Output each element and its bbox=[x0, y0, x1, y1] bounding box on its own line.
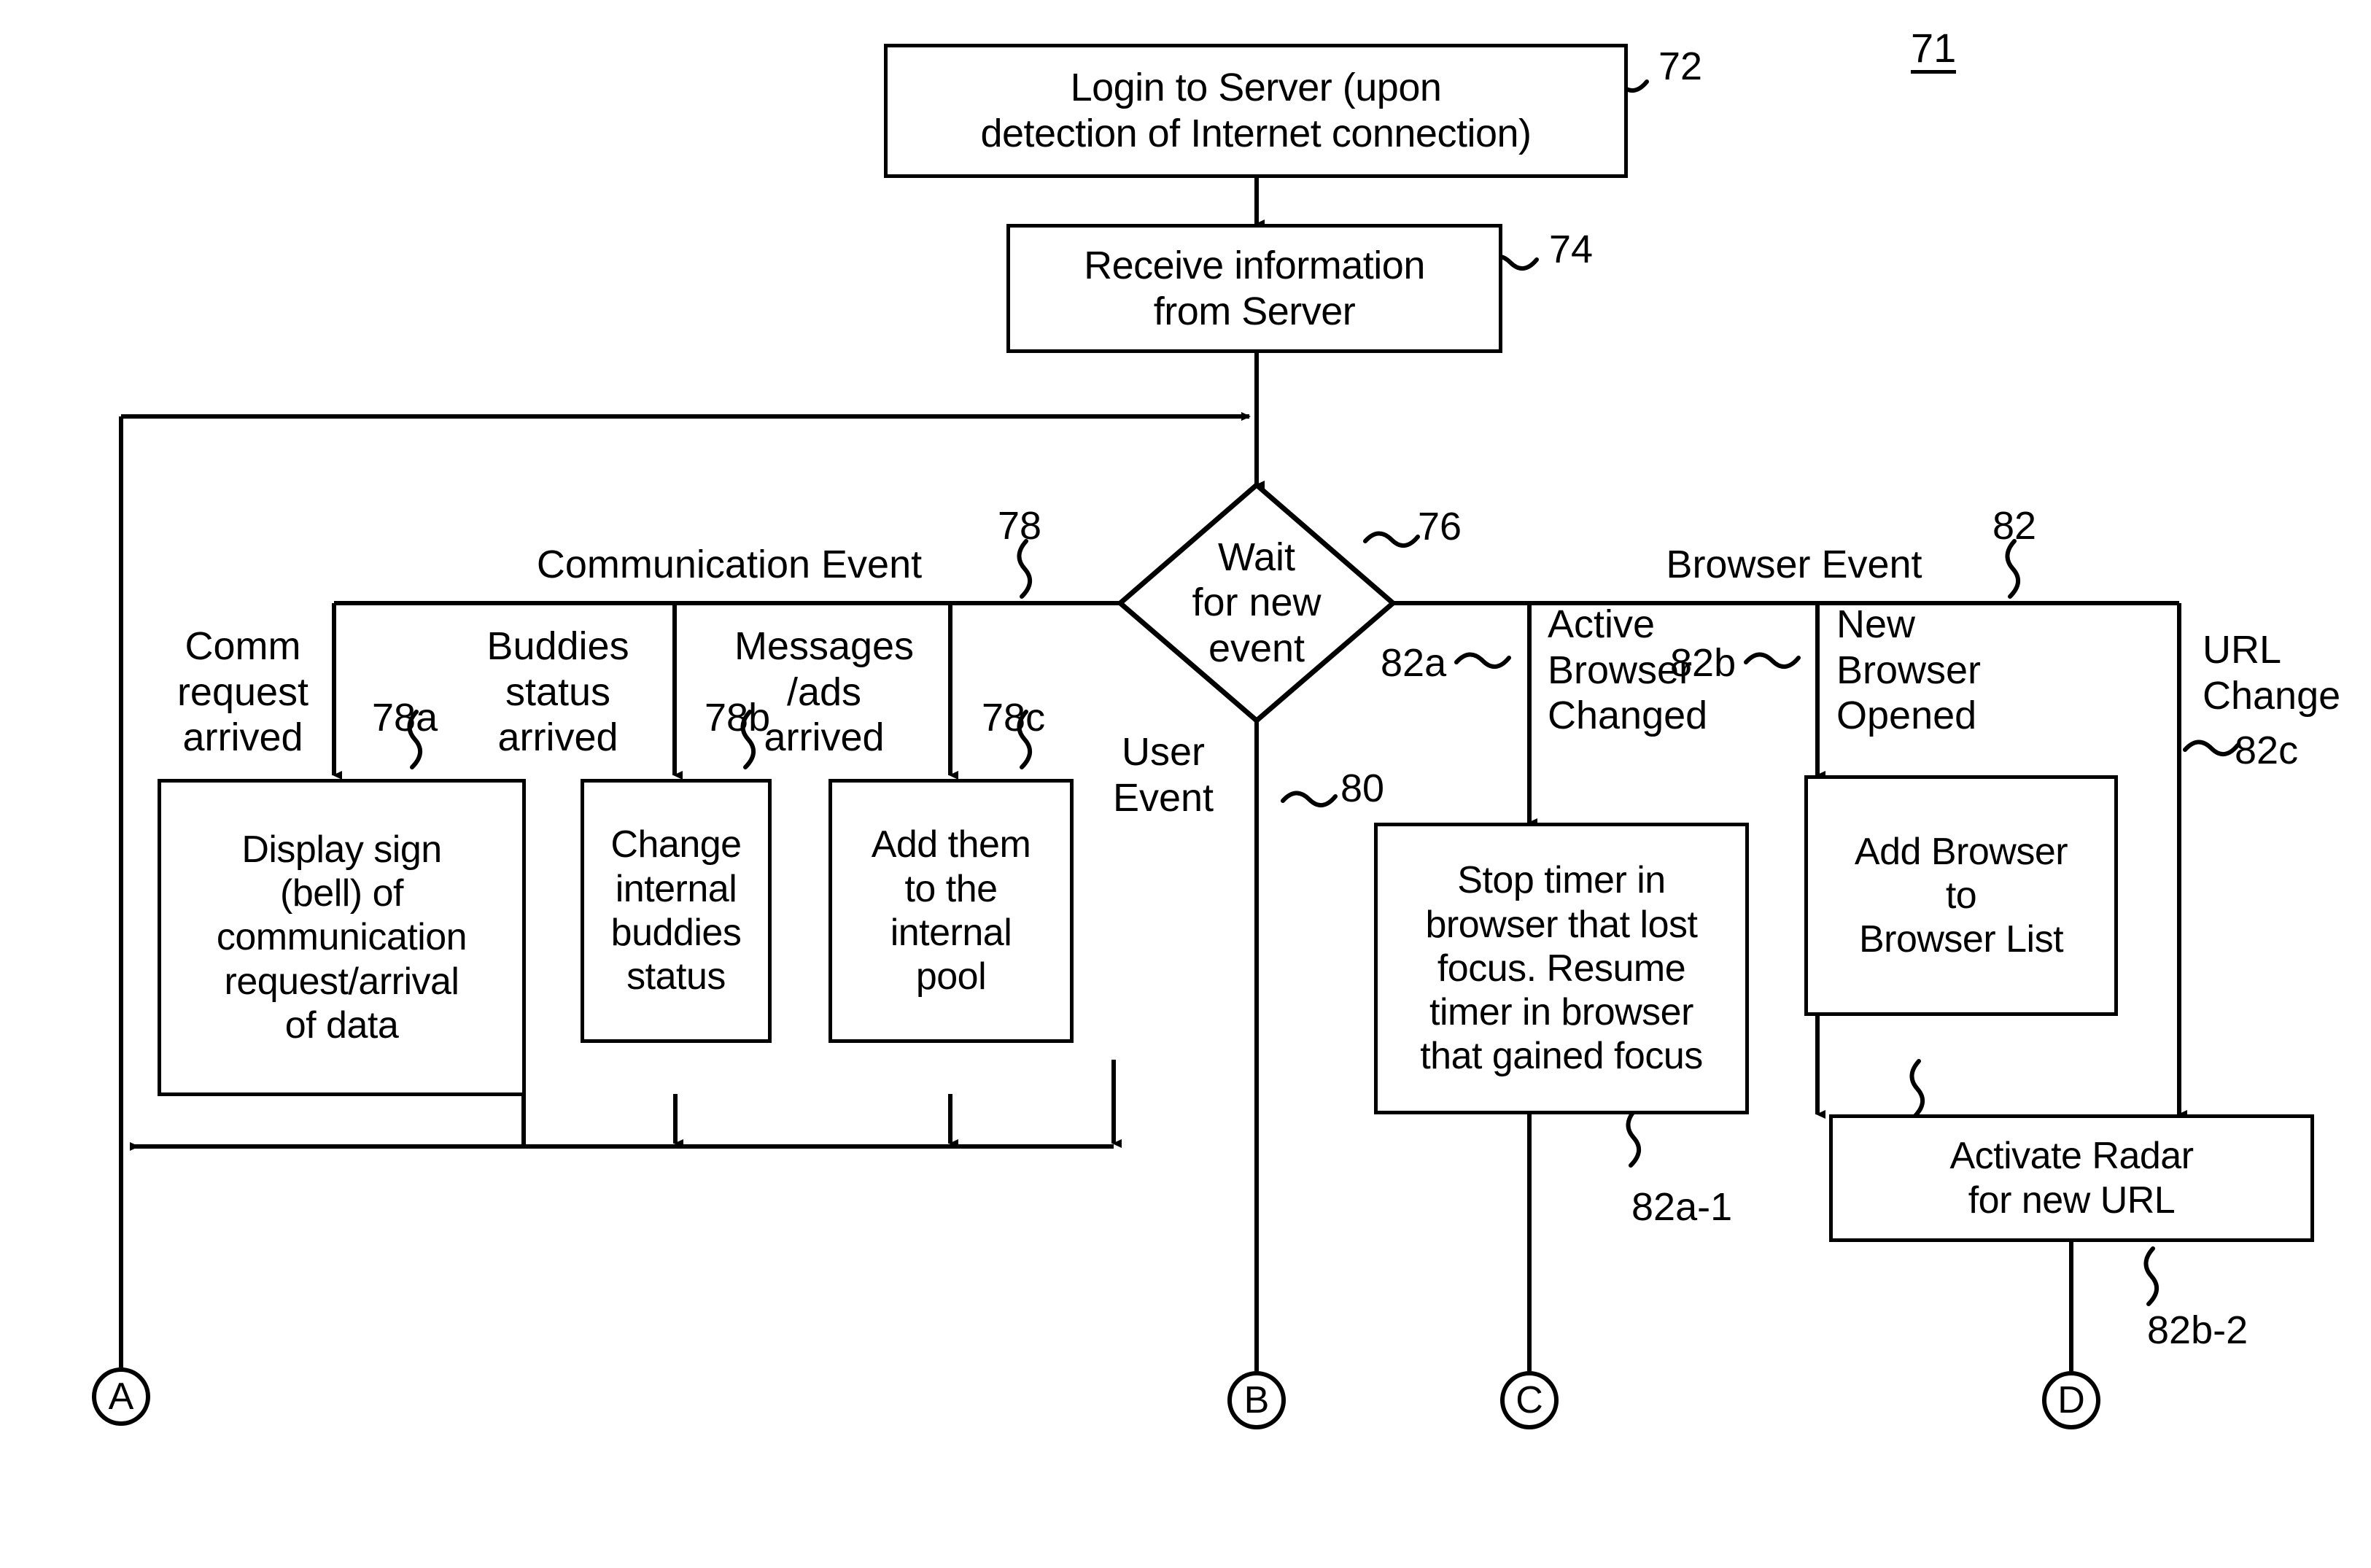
branch-label-user-event: User Event bbox=[1112, 730, 1214, 820]
process-box-change-internal-buddies-status: Change internal buddies status bbox=[581, 779, 772, 1043]
reference-numeral-82a-1: 82a-1 bbox=[1631, 1185, 1733, 1229]
patent-flowchart-figure: 71 Login to Server (upon detection of In… bbox=[0, 0, 2371, 1568]
branch-label-communication-event: Communication Event bbox=[536, 543, 923, 586]
reference-numeral-82a: 82a bbox=[1381, 641, 1447, 685]
branch-label-active-browser-changed: Active Browser Changed bbox=[1548, 602, 1708, 738]
branch-label-browser-event: Browser Event bbox=[1666, 543, 1922, 586]
process-box-activate-radar: Activate Radar for new URL bbox=[1829, 1114, 2314, 1242]
reference-numeral-78a: 78a bbox=[372, 696, 438, 740]
reference-numeral-72: 72 bbox=[1658, 44, 1703, 88]
branch-label-buddies-status-arrived: Buddies status arrived bbox=[486, 624, 629, 760]
reference-numeral-78: 78 bbox=[998, 504, 1042, 548]
offpage-connector-a: A bbox=[92, 1367, 150, 1426]
reference-numeral-82c: 82c bbox=[2235, 729, 2299, 772]
branch-label-messages-ads-arrived: Messages /ads arrived bbox=[734, 624, 915, 760]
reference-numeral-78c: 78c bbox=[982, 696, 1046, 740]
offpage-connector-d: D bbox=[2042, 1371, 2100, 1429]
offpage-connector-c: C bbox=[1500, 1371, 1559, 1429]
process-box-receive-information: Receive information from Server bbox=[1006, 224, 1502, 353]
process-box-add-them-to-internal-pool: Add them to the internal pool bbox=[829, 779, 1074, 1043]
branch-label-comm-request-arrived: Comm request arrived bbox=[176, 624, 309, 760]
reference-numeral-82b-2: 82b-2 bbox=[2147, 1308, 2248, 1352]
process-box-display-sign: Display sign (bell) of communication req… bbox=[158, 779, 526, 1096]
reference-numeral-82: 82 bbox=[1992, 504, 2037, 548]
reference-numeral-74: 74 bbox=[1549, 228, 1594, 271]
figure-number: 71 bbox=[1911, 28, 1957, 74]
process-box-login-to-server: Login to Server (upon detection of Inter… bbox=[884, 44, 1628, 178]
decision-wait-for-new-event: Wait for new event bbox=[1120, 485, 1393, 721]
branch-label-url-change: URL Change bbox=[2203, 628, 2341, 718]
reference-numeral-76: 76 bbox=[1418, 505, 1462, 548]
branch-label-new-browser-opened: New Browser Opened bbox=[1836, 602, 1982, 738]
process-box-add-browser-to-list: Add Browser to Browser List bbox=[1804, 775, 2118, 1016]
decision-label: Wait for new event bbox=[1192, 535, 1322, 670]
reference-numeral-82b: 82b bbox=[1670, 641, 1736, 685]
process-box-stop-resume-timer: Stop timer in browser that lost focus. R… bbox=[1374, 823, 1749, 1114]
reference-numeral-80: 80 bbox=[1340, 766, 1385, 810]
offpage-connector-b: B bbox=[1227, 1371, 1286, 1429]
